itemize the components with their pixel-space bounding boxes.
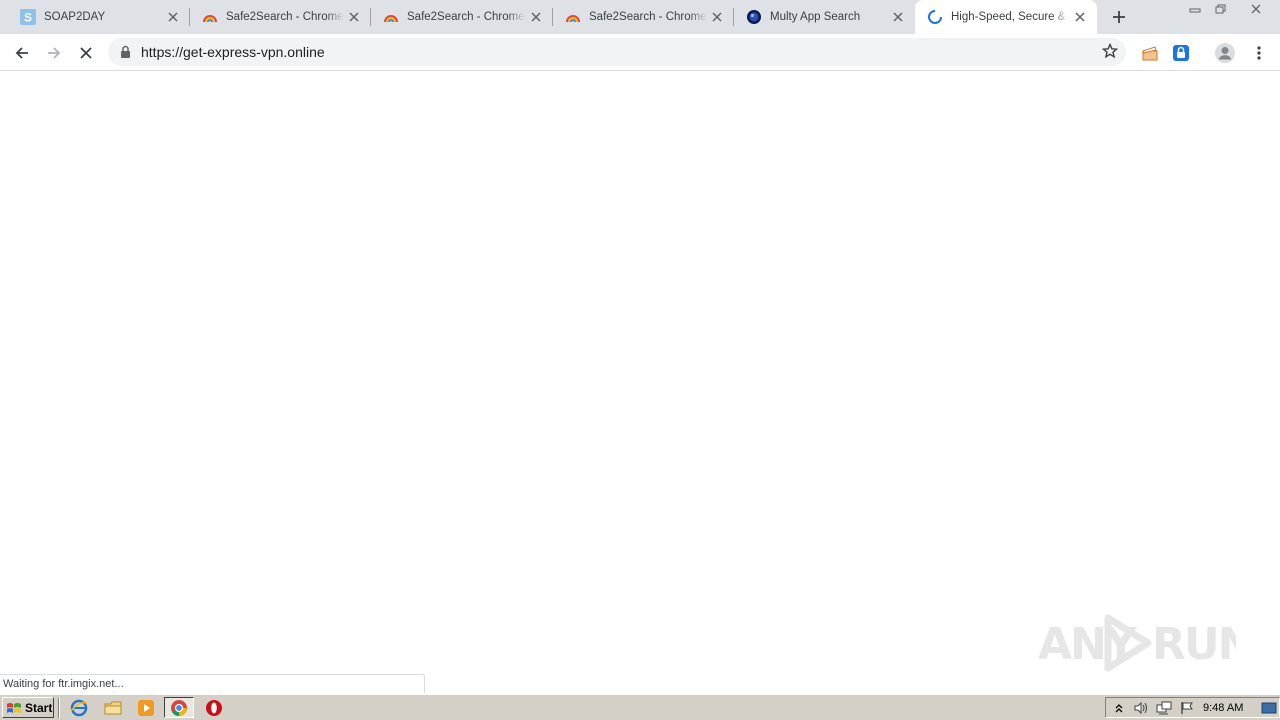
- start-button[interactable]: Start: [2, 697, 54, 718]
- close-tab-icon[interactable]: [710, 10, 724, 24]
- tab-title: Safe2Search - Chrome Web Store: [589, 11, 707, 23]
- window-controls: [1182, 0, 1278, 18]
- page-content: [0, 72, 1280, 692]
- extension-button-2[interactable]: [1168, 40, 1194, 66]
- stop-loading-button[interactable]: [73, 40, 99, 66]
- show-hidden-icons-icon[interactable]: [1111, 701, 1127, 715]
- show-desktop-icon[interactable]: [1261, 701, 1277, 715]
- tab-vpn-active[interactable]: High-Speed, Secure & Anonymous VPN: [915, 0, 1097, 34]
- start-label: Start: [25, 700, 53, 715]
- menu-button[interactable]: [1246, 40, 1272, 66]
- loading-spinner-icon: [927, 9, 943, 25]
- tab-title: Multy App Search: [770, 11, 861, 23]
- anyrun-watermark: ANY RUN: [1036, 606, 1236, 676]
- extension-button-1[interactable]: [1137, 40, 1163, 66]
- close-tab-icon[interactable]: [891, 10, 905, 24]
- tab-strip: S SOAP2DAY Safe2Search - Chrome Web Stor…: [0, 0, 1280, 34]
- close-tab-icon[interactable]: [529, 10, 543, 24]
- soap2day-s-icon: S: [20, 9, 36, 25]
- url-text[interactable]: https://get-express-vpn.online: [141, 44, 325, 60]
- rainbow-icon: [383, 9, 399, 25]
- clock[interactable]: 9:48 AM: [1203, 702, 1243, 714]
- tab-multy-app-search[interactable]: Multy App Search: [734, 0, 915, 34]
- windows-taskbar: Start 9:48 AM: [0, 694, 1280, 720]
- chrome-icon[interactable]: [164, 697, 194, 718]
- svg-text:RUN: RUN: [1152, 619, 1236, 670]
- media-player-icon[interactable]: [131, 697, 161, 718]
- address-bar[interactable]: https://get-express-vpn.online: [108, 38, 1126, 66]
- kebab-menu-icon: [1257, 46, 1261, 60]
- opera-icon[interactable]: [199, 697, 229, 718]
- minimize-button[interactable]: [1182, 0, 1208, 18]
- forward-arrow-icon: [48, 47, 61, 59]
- anyrun-logo: ANY RUN: [1038, 614, 1236, 672]
- bookmark-star-icon[interactable]: [1101, 42, 1119, 62]
- tab-title: Safe2Search - Chrome Web Store: [226, 11, 344, 23]
- lock-icon[interactable]: [120, 45, 131, 61]
- dark-globe-icon: [746, 9, 762, 25]
- system-tray: 9:48 AM: [1105, 697, 1280, 718]
- internet-explorer-icon[interactable]: [64, 697, 94, 718]
- action-center-flag-icon[interactable]: [1179, 701, 1195, 715]
- tab-safe2search-1[interactable]: Safe2Search - Chrome Web Store: [190, 0, 371, 34]
- tab-safe2search-3[interactable]: Safe2Search - Chrome Web Store: [553, 0, 734, 34]
- plus-icon: [1113, 11, 1125, 23]
- profile-button[interactable]: [1212, 40, 1238, 66]
- back-arrow-icon: [15, 47, 28, 59]
- tab-title: High-Speed, Secure & Anonymous VPN: [951, 11, 1069, 23]
- file-explorer-icon[interactable]: [98, 697, 128, 718]
- svg-text:S: S: [24, 11, 32, 25]
- close-tab-icon[interactable]: [347, 10, 361, 24]
- close-tab-icon[interactable]: [166, 10, 180, 24]
- restore-button[interactable]: [1208, 0, 1234, 18]
- close-window-button[interactable]: [1234, 0, 1278, 18]
- rainbow-icon: [565, 9, 581, 25]
- status-bubble: Waiting for ftr.imgix.net...: [0, 674, 425, 693]
- tab-title: SOAP2DAY: [44, 11, 106, 23]
- forward-button[interactable]: [41, 40, 67, 66]
- lock-extension-icon: [1173, 45, 1189, 61]
- tab-title: Safe2Search - Chrome Web Store: [407, 11, 525, 23]
- back-button[interactable]: [9, 40, 35, 66]
- taskbar-divider: [58, 698, 60, 718]
- clapper-extension-icon: [1142, 46, 1158, 61]
- tab-soap2day[interactable]: S SOAP2DAY: [8, 0, 190, 34]
- network-icon[interactable]: [1156, 701, 1172, 715]
- close-tab-icon[interactable]: [1073, 10, 1087, 24]
- tab-safe2search-2[interactable]: Safe2Search - Chrome Web Store: [371, 0, 553, 34]
- new-tab-button[interactable]: [1108, 6, 1130, 28]
- rainbow-icon: [202, 9, 218, 25]
- windows-logo-icon: [7, 702, 21, 713]
- stop-x-icon: [80, 47, 92, 59]
- avatar-icon: [1215, 43, 1235, 63]
- speaker-icon[interactable]: [1133, 701, 1149, 715]
